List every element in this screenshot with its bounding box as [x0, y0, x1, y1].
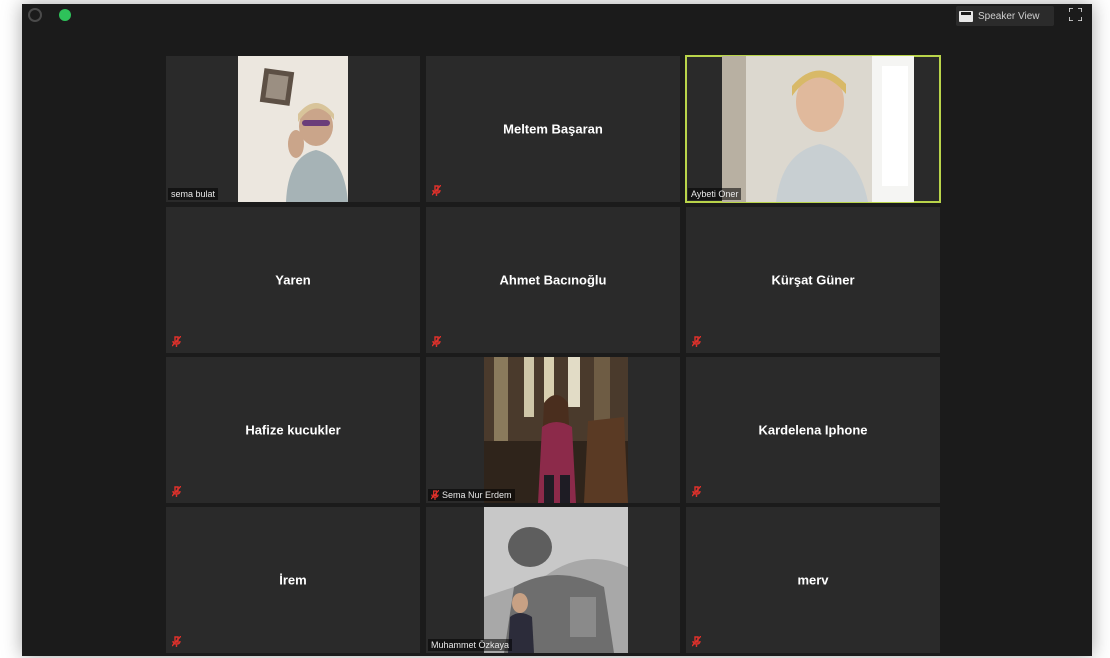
participant-name: Kürşat Güner	[771, 272, 855, 288]
muted-mic-icon	[172, 336, 181, 347]
participant-video	[238, 56, 348, 202]
video-frame-image	[238, 56, 348, 202]
muted-mic-icon	[172, 486, 181, 497]
participant-tile[interactable]: İrem	[166, 507, 420, 653]
muted-mic-icon	[172, 636, 181, 647]
top-bar: Speaker View	[22, 4, 1092, 28]
participant-tile-active-speaker[interactable]: Aybeti Oner	[685, 55, 941, 203]
participant-name: Hafize kucukler	[245, 422, 341, 438]
participant-video	[722, 56, 914, 202]
participant-tile[interactable]: Meltem Başaran	[426, 56, 680, 202]
participant-name-label: Aybeti Oner	[688, 188, 742, 200]
meeting-info-icon[interactable]	[28, 8, 42, 22]
muted-mic-icon	[432, 185, 441, 196]
participant-name: merv	[797, 572, 829, 588]
participant-tile[interactable]: Hafize kucukler	[166, 357, 420, 503]
zoom-meeting-window: Speaker View sema bulat Meltem Başaran A…	[22, 4, 1092, 656]
participant-video	[484, 357, 628, 503]
muted-mic-icon	[692, 336, 701, 347]
speaker-view-button[interactable]: Speaker View	[956, 6, 1054, 26]
muted-mic-icon	[692, 486, 701, 497]
speaker-view-label: Speaker View	[978, 10, 1040, 22]
participant-name-label: Muhammet Özkaya	[428, 639, 513, 651]
participant-video	[484, 507, 628, 653]
participant-name: Yaren	[275, 272, 311, 288]
participant-tile[interactable]: Yaren	[166, 207, 420, 353]
speaker-view-icon	[959, 10, 973, 22]
participant-name-label: sema bulat	[168, 188, 219, 200]
participant-tile[interactable]: Sema Nur Erdem	[426, 357, 680, 503]
participant-tile[interactable]: sema bulat	[166, 56, 420, 202]
fullscreen-icon[interactable]	[1069, 8, 1082, 21]
participant-tile[interactable]: Kardelena Iphone	[686, 357, 940, 503]
participant-tile[interactable]: merv	[686, 507, 940, 653]
participant-tile[interactable]: Ahmet Bacınoğlu	[426, 207, 680, 353]
participant-name-label: Sema Nur Erdem	[428, 489, 515, 501]
participant-name: Meltem Başaran	[503, 121, 603, 137]
participant-name: İrem	[279, 572, 307, 588]
participant-name: Ahmet Bacınoğlu	[499, 272, 607, 288]
participant-tile[interactable]: Muhammet Özkaya	[426, 507, 680, 653]
video-frame-image	[484, 507, 628, 653]
encryption-shield-icon[interactable]	[59, 9, 71, 21]
participant-tile[interactable]: Kürşat Güner	[686, 207, 940, 353]
muted-mic-icon	[431, 490, 439, 500]
video-frame-image	[484, 357, 628, 503]
participant-name: Kardelena Iphone	[758, 422, 868, 438]
muted-mic-icon	[692, 636, 701, 647]
muted-mic-icon	[432, 336, 441, 347]
video-frame-image	[722, 56, 914, 202]
